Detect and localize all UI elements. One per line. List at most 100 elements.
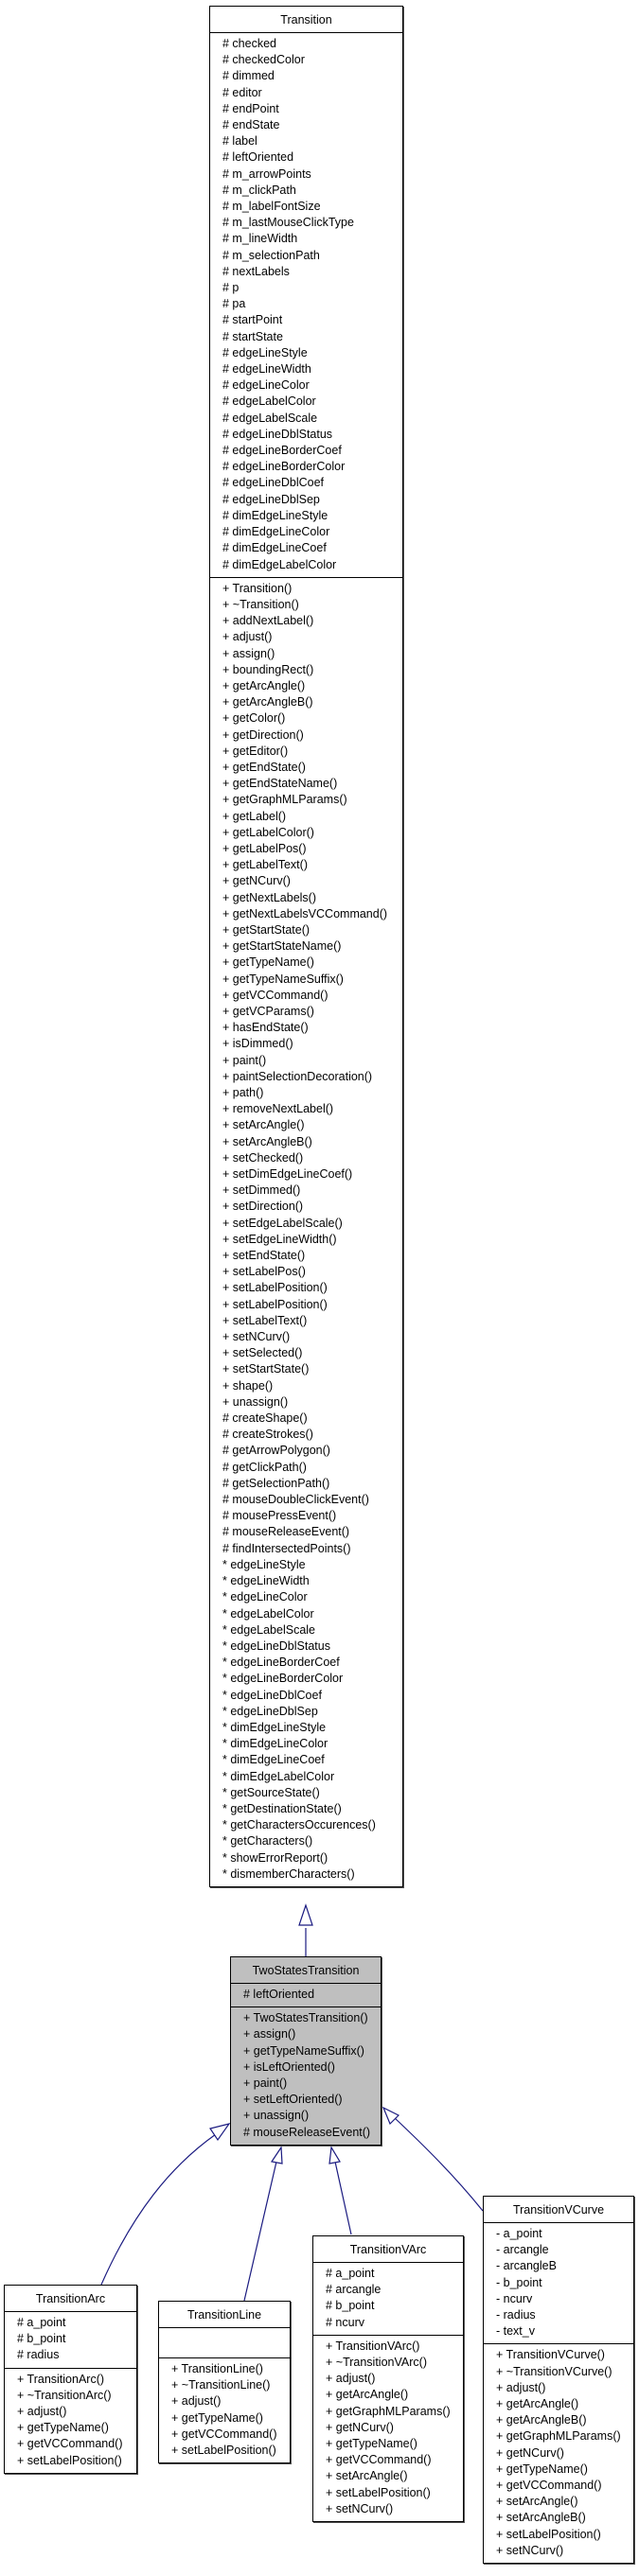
method-item: + assign() (243, 2027, 296, 2042)
class-transition-arc[interactable]: TransitionArc # a_point # b_point # radius… (4, 2285, 137, 2474)
class-two-states-transition[interactable]: TwoStatesTransition # leftOriented + Two… (230, 1956, 382, 2146)
method-item: + setChecked() (222, 1150, 304, 1165)
method-item: + adjust() (171, 2394, 222, 2409)
attributes-list (159, 2328, 290, 2357)
method-item: + getColor() (222, 711, 286, 726)
method-item: * edgeLabelScale (222, 1622, 315, 1637)
method-item: + setLabelPosition() (222, 1297, 328, 1311)
method-item: + getNextLabelsVCCommand() (222, 906, 388, 920)
method-item: + getVCCommand() (326, 2453, 432, 2467)
method-item: + paint() (243, 2077, 288, 2091)
method-item: + getNCurv() (222, 874, 291, 888)
method-item: + getVCCommand() (222, 988, 328, 1002)
class-transition-vcurve[interactable]: TransitionVCurve - a_point - arcangle - ar… (483, 2196, 634, 2565)
method-item: + TransitionArc() (17, 2372, 105, 2386)
class-name: TransitionVCurve (484, 2197, 633, 2223)
attribute-item: # arcangle (326, 2283, 382, 2297)
attribute-item: # a_point (326, 2267, 375, 2280)
attribute-item: # edgeLineBorderCoef (222, 444, 342, 458)
method-item: + getTypeName() (222, 955, 314, 970)
attribute-item: # dimEdgeLineStyle (222, 508, 328, 522)
method-item: + setNCurv() (222, 1330, 291, 1344)
method-item: + getVCCommand() (171, 2427, 277, 2441)
method-item: * edgeLineBorderCoef (222, 1656, 340, 1670)
class-transition[interactable]: Transition # checked # checkedColor # dimm… (209, 6, 403, 1887)
attribute-item: # edgeLineDblSep (222, 492, 320, 506)
method-item: + ~Transition() (222, 597, 299, 611)
class-transition-varc[interactable]: TransitionVArc # a_point # arcangle # b_po… (312, 2235, 464, 2523)
method-item: + getArcAngle() (496, 2397, 579, 2411)
attribute-item: # startPoint (222, 313, 283, 327)
method-item: * getDestinationState() (222, 1801, 342, 1815)
method-item: + unassign() (222, 1394, 289, 1409)
method-item: + adjust() (496, 2380, 546, 2394)
method-item: + shape() (222, 1378, 274, 1393)
method-item: + getEditor() (222, 744, 289, 758)
method-item: + getTypeName() (171, 2410, 263, 2425)
method-item: + getArcAngleB() (496, 2413, 587, 2427)
attribute-item: # m_arrowPoints (222, 166, 311, 181)
attribute-item: - arcangle (496, 2243, 549, 2257)
method-item: + setArcAngle() (326, 2469, 408, 2483)
attribute-item: # m_selectionPath (222, 248, 320, 262)
attributes-list: # a_point # b_point # radius (5, 2312, 136, 2368)
method-item: # createShape() (222, 1411, 308, 1426)
method-item: + ~TransitionVCurve() (496, 2364, 612, 2378)
method-item: + Transition() (222, 581, 293, 595)
attribute-item: # dimEdgeLineCoef (222, 541, 327, 555)
edge-arc-to-twostates (100, 2133, 217, 2286)
method-item: + getNCurv() (326, 2420, 394, 2434)
attribute-item: # leftOriented (222, 150, 294, 165)
methods-list: + Transition() + ~Transition() + addNextLa… (210, 576, 402, 1886)
method-item: * dimEdgeLineCoef (222, 1753, 325, 1767)
class-name: TransitionLine (159, 2302, 290, 2328)
methods-list: + TransitionVArc() + ~TransitionVArc() + a… (313, 2334, 463, 2521)
method-item: + setArcAngle() (222, 1118, 305, 1132)
attribute-item: # nextLabels (222, 264, 290, 278)
method-item: + getLabelPos() (222, 841, 307, 855)
method-item: + getTypeNameSuffix() (222, 972, 344, 986)
inheritance-arrowhead (270, 2146, 283, 2164)
method-item: + getNCurv() (496, 2445, 564, 2460)
method-item: + setSelected() (222, 1346, 303, 1360)
attribute-item: # m_clickPath (222, 183, 296, 197)
attributes-list: # leftOriented (231, 1984, 381, 2006)
method-item: + ~TransitionVArc() (326, 2356, 427, 2370)
method-item: * showErrorReport() (222, 1850, 328, 1865)
attribute-item: # dimEdgeLabelColor (222, 557, 337, 571)
methods-list: + TransitionArc() + ~TransitionArc() + adj… (5, 2367, 136, 2473)
method-item: + getArcAngleB() (222, 695, 313, 710)
inheritance-arrowhead (209, 2123, 231, 2142)
attribute-item: - ncurv (496, 2291, 533, 2305)
method-item: + setDirection() (222, 1200, 304, 1214)
method-item: + ~TransitionArc() (17, 2388, 112, 2402)
class-transition-line[interactable]: TransitionLine + TransitionLine() + ~Tran… (158, 2301, 291, 2464)
method-item: * edgeLineDblCoef (222, 1688, 322, 1702)
edge-line-to-twostates (243, 2161, 277, 2302)
method-item: + getTypeNameSuffix() (243, 2043, 364, 2058)
method-item: * dimEdgeLineStyle (222, 1720, 327, 1734)
method-item: + getGraphMLParams() (326, 2404, 451, 2418)
method-item: # mouseReleaseEvent() (243, 2125, 371, 2139)
method-item: + setArcAngleB() (496, 2511, 586, 2525)
inheritance-arrowhead (328, 2146, 341, 2164)
method-item: + getGraphMLParams() (222, 793, 347, 807)
method-item: * dismemberCharacters() (222, 1866, 355, 1881)
method-item: * getCharactersOccurences() (222, 1818, 376, 1832)
method-item: + setLabelPosition() (326, 2485, 431, 2499)
method-item: + unassign() (243, 2109, 310, 2123)
attribute-item: # endPoint (222, 101, 279, 115)
method-item: + setDimEdgeLineCoef() (222, 1167, 353, 1182)
inheritance-arrowhead (382, 2106, 400, 2126)
method-item: + getEndState() (222, 760, 306, 774)
method-item: + TransitionVArc() (326, 2339, 420, 2353)
attribute-item: # p (222, 281, 240, 295)
attribute-item: # m_lastMouseClickType (222, 216, 354, 230)
attribute-item: # edgeLineBorderColor (222, 460, 346, 474)
method-item: + getLabelColor() (222, 825, 314, 839)
edge-vcurve-to-twostates (393, 2116, 484, 2212)
attribute-item: # dimmed (222, 69, 275, 83)
attribute-item: # b_point (326, 2299, 375, 2313)
method-item: + getTypeName() (326, 2437, 417, 2451)
method-item: + setDimmed() (222, 1183, 301, 1198)
